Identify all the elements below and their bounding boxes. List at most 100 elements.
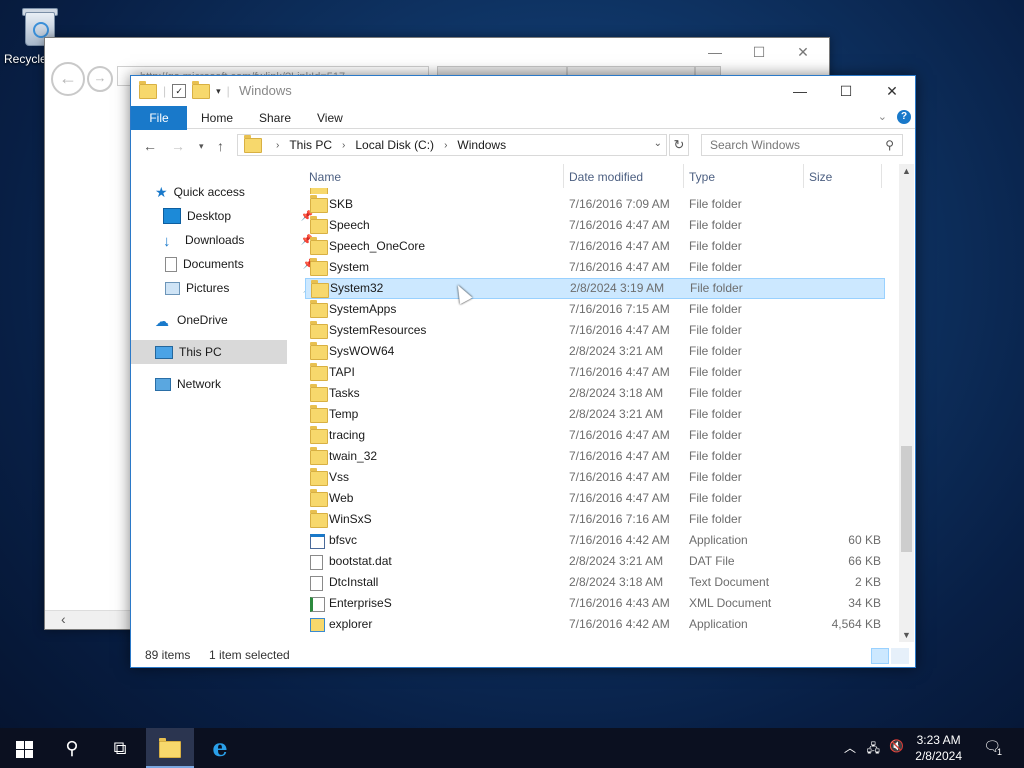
table-row[interactable]: Vss 7/16/2016 4:47 AM File folder <box>305 467 885 488</box>
table-row[interactable]: Speech 7/16/2016 4:47 AM File folder <box>305 215 885 236</box>
nav-desktop[interactable]: Desktop 📌 <box>131 204 319 228</box>
breadcrumb-separator-icon[interactable]: › <box>342 140 345 151</box>
up-arrow-icon[interactable]: ↑ <box>217 138 224 154</box>
file-explorer-taskbar-icon[interactable] <box>146 728 194 768</box>
clock[interactable]: 3:23 AM 2/8/2024 <box>915 732 962 764</box>
ie-back-icon[interactable]: ← <box>51 62 85 96</box>
folder-icon <box>311 280 329 298</box>
ribbon-tabs: File Home Share View ⌄ ? <box>131 106 915 130</box>
scroll-up-icon[interactable]: ▲ <box>902 166 911 176</box>
details-view-icon[interactable] <box>871 648 889 664</box>
new-folder-icon[interactable] <box>192 80 211 99</box>
minimize-button[interactable]: — <box>777 76 823 106</box>
scroll-down-icon[interactable]: ▼ <box>902 630 911 640</box>
nav-this-pc[interactable]: This PC <box>131 340 287 364</box>
table-row[interactable]: SKB 7/16/2016 7:09 AM File folder <box>305 194 885 215</box>
address-bar[interactable]: › This PC › Local Disk (C:) › Windows ⌄ <box>237 134 667 156</box>
nav-pictures[interactable]: Pictures 📌 <box>131 276 321 300</box>
table-row[interactable]: Tasks 2/8/2024 3:18 AM File folder <box>305 383 885 404</box>
table-row[interactable]: bootstat.dat 2/8/2024 3:21 AM DAT File 66 K… <box>305 551 885 572</box>
table-row[interactable]: DtcInstall 2/8/2024 3:18 AM Text Document 2… <box>305 572 885 593</box>
row-date: 7/16/2016 4:42 AM <box>569 617 670 631</box>
large-icons-view-icon[interactable] <box>891 648 909 664</box>
recent-locations-icon[interactable]: ▾ <box>199 141 204 152</box>
sort-ascending-icon: ⌃ <box>427 164 435 169</box>
row-size: 66 KB <box>848 554 881 568</box>
row-name: SystemApps <box>329 302 397 316</box>
row-type: File folder <box>689 449 742 463</box>
ribbon-tab-home[interactable]: Home <box>201 111 233 125</box>
search-taskbar-icon[interactable]: ⚲ <box>48 728 96 768</box>
ribbon-tab-view[interactable]: View <box>317 111 343 125</box>
ribbon-tab-share[interactable]: Share <box>259 111 291 125</box>
volume-muted-icon[interactable]: 🔇 <box>889 739 904 753</box>
table-row[interactable]: Temp 2/8/2024 3:21 AM File folder <box>305 404 885 425</box>
start-button[interactable] <box>0 728 48 768</box>
ie-minimize-button[interactable]: — <box>693 44 737 62</box>
navigation-pane: ★ Quick access Desktop 📌 ↓ Downloads 📌 D… <box>131 164 315 634</box>
ie-forward-icon[interactable]: → <box>87 66 113 92</box>
network-status-icon[interactable]: 🖧 <box>867 739 880 760</box>
pictures-icon <box>165 281 180 295</box>
vertical-scrollbar[interactable]: ▲ ▼ <box>899 164 914 642</box>
scroll-left-icon[interactable]: ‹ <box>61 611 66 627</box>
table-row[interactable]: Web 7/16/2016 4:47 AM File folder <box>305 488 885 509</box>
help-icon[interactable]: ? <box>897 110 911 124</box>
nav-quick-access[interactable]: ★ Quick access <box>131 180 311 204</box>
maximize-button[interactable]: ☐ <box>823 76 869 106</box>
row-type: File folder <box>689 365 742 379</box>
refresh-icon[interactable]: ↻ <box>669 134 689 156</box>
nav-label: Documents <box>183 257 244 271</box>
row-date: 7/16/2016 4:47 AM <box>569 428 670 442</box>
task-view-icon[interactable]: ⧉ <box>96 728 144 768</box>
breadcrumb-local-disk[interactable]: Local Disk (C:) <box>355 138 434 152</box>
file-explorer-window[interactable]: | ✓ ▾ | Windows — ☐ ✕ File Home Share Vi… <box>130 75 916 668</box>
search-input[interactable]: Search Windows ⚲ <box>701 134 903 156</box>
breadcrumb-separator-icon[interactable]: › <box>276 140 279 151</box>
table-row[interactable]: explorer 7/16/2016 4:42 AM Application 4,56… <box>305 614 885 635</box>
breadcrumb-windows[interactable]: Windows <box>457 138 506 152</box>
row-size: 2 KB <box>854 575 881 589</box>
table-row[interactable]: SystemApps 7/16/2016 7:15 AM File folder <box>305 299 885 320</box>
nav-network[interactable]: Network <box>131 372 311 396</box>
table-row[interactable]: System32 2/8/2024 3:19 AM File folder <box>305 278 885 299</box>
table-row[interactable]: SysWOW64 2/8/2024 3:21 AM File folder <box>305 341 885 362</box>
table-row[interactable]: Speech_OneCore 7/16/2016 4:47 AM File fold… <box>305 236 885 257</box>
row-type: File folder <box>689 344 742 358</box>
column-name[interactable]: Name <box>309 170 341 184</box>
table-row[interactable]: System 7/16/2016 4:47 AM File folder <box>305 257 885 278</box>
row-size: 60 KB <box>848 533 881 547</box>
table-row[interactable]: tracing 7/16/2016 4:47 AM File folder <box>305 425 885 446</box>
back-arrow-icon[interactable]: ← <box>143 138 157 154</box>
nav-documents[interactable]: Documents 📌 <box>131 252 321 276</box>
column-date-modified[interactable]: Date modified <box>569 170 643 184</box>
ie-maximize-button[interactable]: ☐ <box>737 44 781 62</box>
internet-explorer-taskbar-icon[interactable]: e <box>196 728 244 768</box>
scrollbar-thumb[interactable] <box>901 446 912 552</box>
column-type[interactable]: Type <box>689 170 715 184</box>
breadcrumb-separator-icon[interactable]: › <box>444 140 447 151</box>
expand-ribbon-chevron-icon[interactable]: ⌄ <box>878 110 887 123</box>
table-row[interactable]: twain_32 7/16/2016 4:47 AM File folder <box>305 446 885 467</box>
download-arrow-icon: ↓ <box>163 233 171 250</box>
ie-close-button[interactable]: ✕ <box>781 44 825 62</box>
nav-downloads[interactable]: ↓ Downloads 📌 <box>131 228 319 252</box>
breadcrumb-this-pc[interactable]: This PC <box>289 138 332 152</box>
table-row[interactable]: TAPI 7/16/2016 4:47 AM File folder <box>305 362 885 383</box>
close-button[interactable]: ✕ <box>869 76 915 106</box>
table-row[interactable]: EnterpriseS 7/16/2016 4:43 AM XML Document… <box>305 593 885 614</box>
table-row[interactable]: bfsvc 7/16/2016 4:42 AM Application 60 KB <box>305 530 885 551</box>
properties-icon[interactable]: ✓ <box>172 84 187 98</box>
table-row[interactable]: WinSxS 7/16/2016 7:16 AM File folder <box>305 509 885 530</box>
action-center-icon[interactable]: 🗨1 <box>983 738 1006 757</box>
customize-toolbar-icon[interactable]: ▾ <box>216 86 221 97</box>
notification-count: 1 <box>996 747 1002 757</box>
nav-onedrive[interactable]: ☁ OneDrive <box>131 308 311 332</box>
address-dropdown-icon[interactable]: ⌄ <box>654 138 662 149</box>
show-hidden-icons-chevron[interactable]: ︿ <box>844 739 856 756</box>
forward-arrow-icon[interactable]: → <box>171 138 185 154</box>
column-size[interactable]: Size <box>809 170 832 184</box>
row-type: File folder <box>689 323 742 337</box>
table-row[interactable]: SystemResources 7/16/2016 4:47 AM File fol… <box>305 320 885 341</box>
ribbon-tab-file[interactable]: File <box>131 106 187 130</box>
